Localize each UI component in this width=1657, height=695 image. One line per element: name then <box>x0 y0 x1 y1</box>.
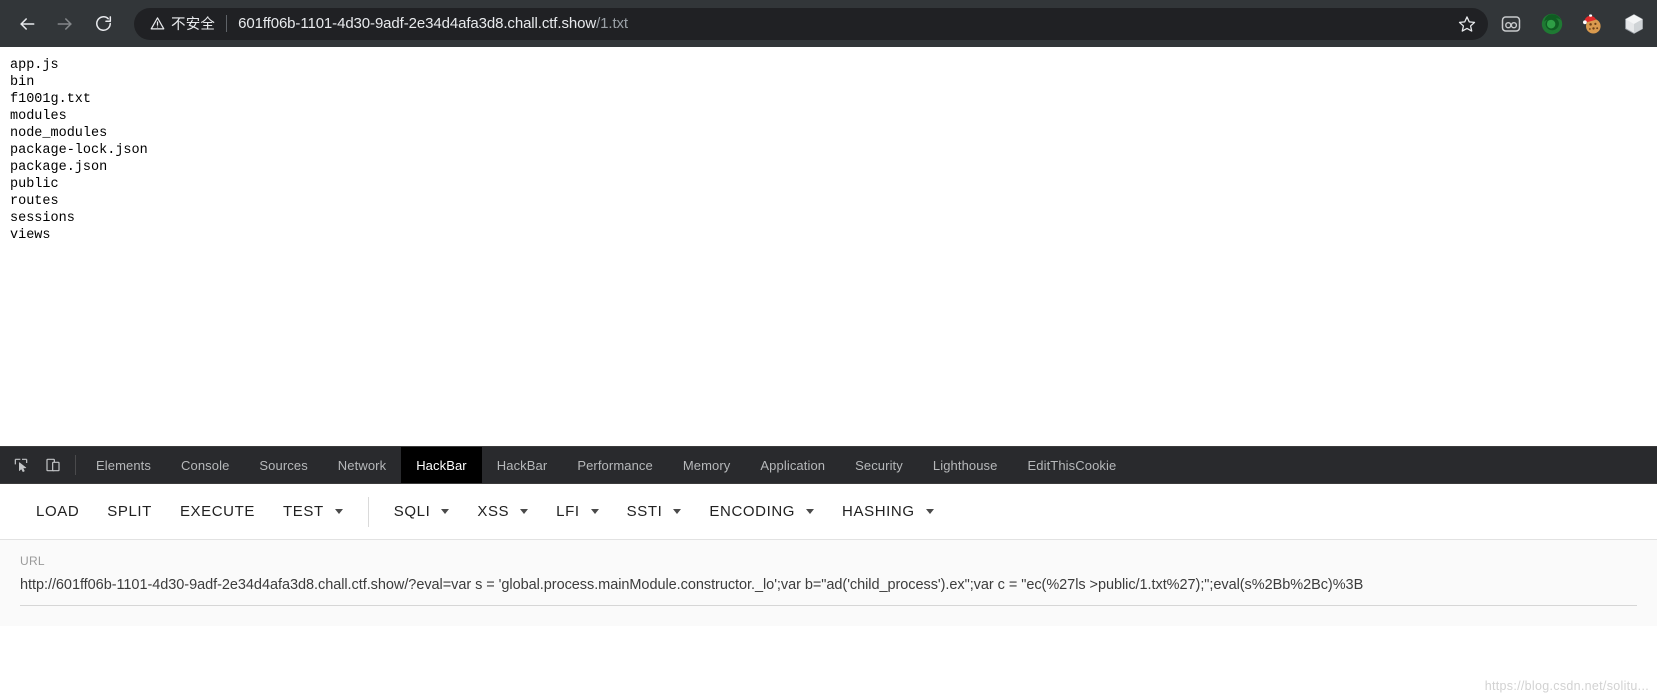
device-toolbar-icon[interactable] <box>40 452 66 478</box>
tab-elements[interactable]: Elements <box>81 447 166 483</box>
hashing-menu-button[interactable]: HASHING <box>828 496 948 527</box>
devtools-tabbar: Elements Console Sources Network HackBar… <box>0 447 1657 484</box>
url-host: 601ff06b-1101-4d30-9adf-2e34d4afa3d8.cha… <box>238 15 597 32</box>
tab-lighthouse[interactable]: Lighthouse <box>918 447 1013 483</box>
watermark-text: https://blog.csdn.net/solitu... <box>1484 679 1649 693</box>
chevron-down-icon <box>673 509 682 514</box>
toolbar-divider <box>367 496 369 527</box>
xss-menu-button[interactable]: XSS <box>463 496 542 527</box>
tab-hackbar-active[interactable]: HackBar <box>401 447 482 483</box>
chevron-down-icon <box>925 509 934 514</box>
load-button[interactable]: LOAD <box>22 496 93 527</box>
load-button-label: LOAD <box>36 503 80 520</box>
execute-button[interactable]: EXECUTE <box>166 496 269 527</box>
chevron-down-icon <box>806 509 815 514</box>
tab-network[interactable]: Network <box>323 447 401 483</box>
devtools-icon-divider <box>75 455 76 475</box>
chevron-down-icon <box>441 509 450 514</box>
hackbar-toolbar: LOAD SPLIT EXECUTE TEST SQLI XSS LFI SST… <box>0 484 1657 540</box>
hashing-button-label: HASHING <box>842 503 915 520</box>
firefox-green-icon[interactable] <box>1539 11 1565 37</box>
address-bar-url: 601ff06b-1101-4d30-9adf-2e34d4afa3d8.cha… <box>238 15 628 32</box>
chevron-down-icon <box>520 509 529 514</box>
security-status-text: 不安全 <box>171 17 216 33</box>
omnibox-divider <box>226 15 228 32</box>
tab-security[interactable]: Security <box>840 447 918 483</box>
cube-icon[interactable] <box>1621 11 1647 37</box>
execute-button-label: EXECUTE <box>179 503 255 520</box>
bookmark-star-icon[interactable] <box>1452 9 1482 39</box>
test-button-label: TEST <box>283 503 324 520</box>
lfi-button-label: LFI <box>556 503 580 520</box>
lfi-menu-button[interactable]: LFI <box>542 496 612 527</box>
browser-toolbar: 不安全 601ff06b-1101-4d30-9adf-2e34d4afa3d8… <box>0 0 1657 47</box>
url-field-label: URL <box>20 554 45 568</box>
devtools-tool-icons <box>0 447 72 483</box>
encoding-button-label: ENCODING <box>709 503 796 520</box>
cookie-santa-icon[interactable] <box>1580 11 1606 37</box>
inspect-element-icon[interactable] <box>8 452 34 478</box>
wappalyzer-icon[interactable] <box>1498 11 1524 37</box>
sqli-menu-button[interactable]: SQLI <box>380 496 464 527</box>
tab-memory[interactable]: Memory <box>668 447 746 483</box>
encoding-menu-button[interactable]: ENCODING <box>695 496 828 527</box>
xss-button-label: XSS <box>477 503 510 520</box>
url-input-underline <box>20 605 1637 606</box>
page-content: app.js bin f1001g.txt modules node_modul… <box>0 47 1657 447</box>
reload-button[interactable] <box>86 7 120 41</box>
chevron-down-icon <box>590 509 599 514</box>
ssti-button-label: SSTI <box>626 503 663 520</box>
split-button[interactable]: SPLIT <box>93 496 166 527</box>
devtools-tabs: Elements Console Sources Network HackBar… <box>81 447 1131 483</box>
test-menu-button[interactable]: TEST <box>269 496 357 527</box>
tab-application[interactable]: Application <box>745 447 840 483</box>
split-button-label: SPLIT <box>107 503 152 520</box>
back-button[interactable] <box>10 7 44 41</box>
security-chip[interactable]: 不安全 <box>150 13 215 34</box>
forward-button[interactable] <box>48 7 82 41</box>
chevron-down-icon <box>334 509 343 514</box>
address-bar[interactable]: 不安全 601ff06b-1101-4d30-9adf-2e34d4afa3d8… <box>134 7 1488 40</box>
tab-sources[interactable]: Sources <box>244 447 322 483</box>
directory-listing: app.js bin f1001g.txt modules node_modul… <box>10 58 148 243</box>
url-input[interactable]: http://601ff06b-1101-4d30-9adf-2e34d4afa… <box>20 574 1637 596</box>
url-path: /1.txt <box>596 15 628 32</box>
ssti-menu-button[interactable]: SSTI <box>613 496 696 527</box>
extension-icons <box>1498 11 1647 37</box>
tab-console[interactable]: Console <box>166 447 244 483</box>
tab-editthiscookie[interactable]: EditThisCookie <box>1013 447 1132 483</box>
sqli-button-label: SQLI <box>393 503 431 520</box>
warning-icon <box>150 17 165 30</box>
hackbar-url-panel: URL http://601ff06b-1101-4d30-9adf-2e34d… <box>0 540 1657 626</box>
tab-performance[interactable]: Performance <box>562 447 668 483</box>
devtools-panel: Elements Console Sources Network HackBar… <box>0 446 1657 695</box>
tab-hackbar-secondary[interactable]: HackBar <box>482 447 563 483</box>
